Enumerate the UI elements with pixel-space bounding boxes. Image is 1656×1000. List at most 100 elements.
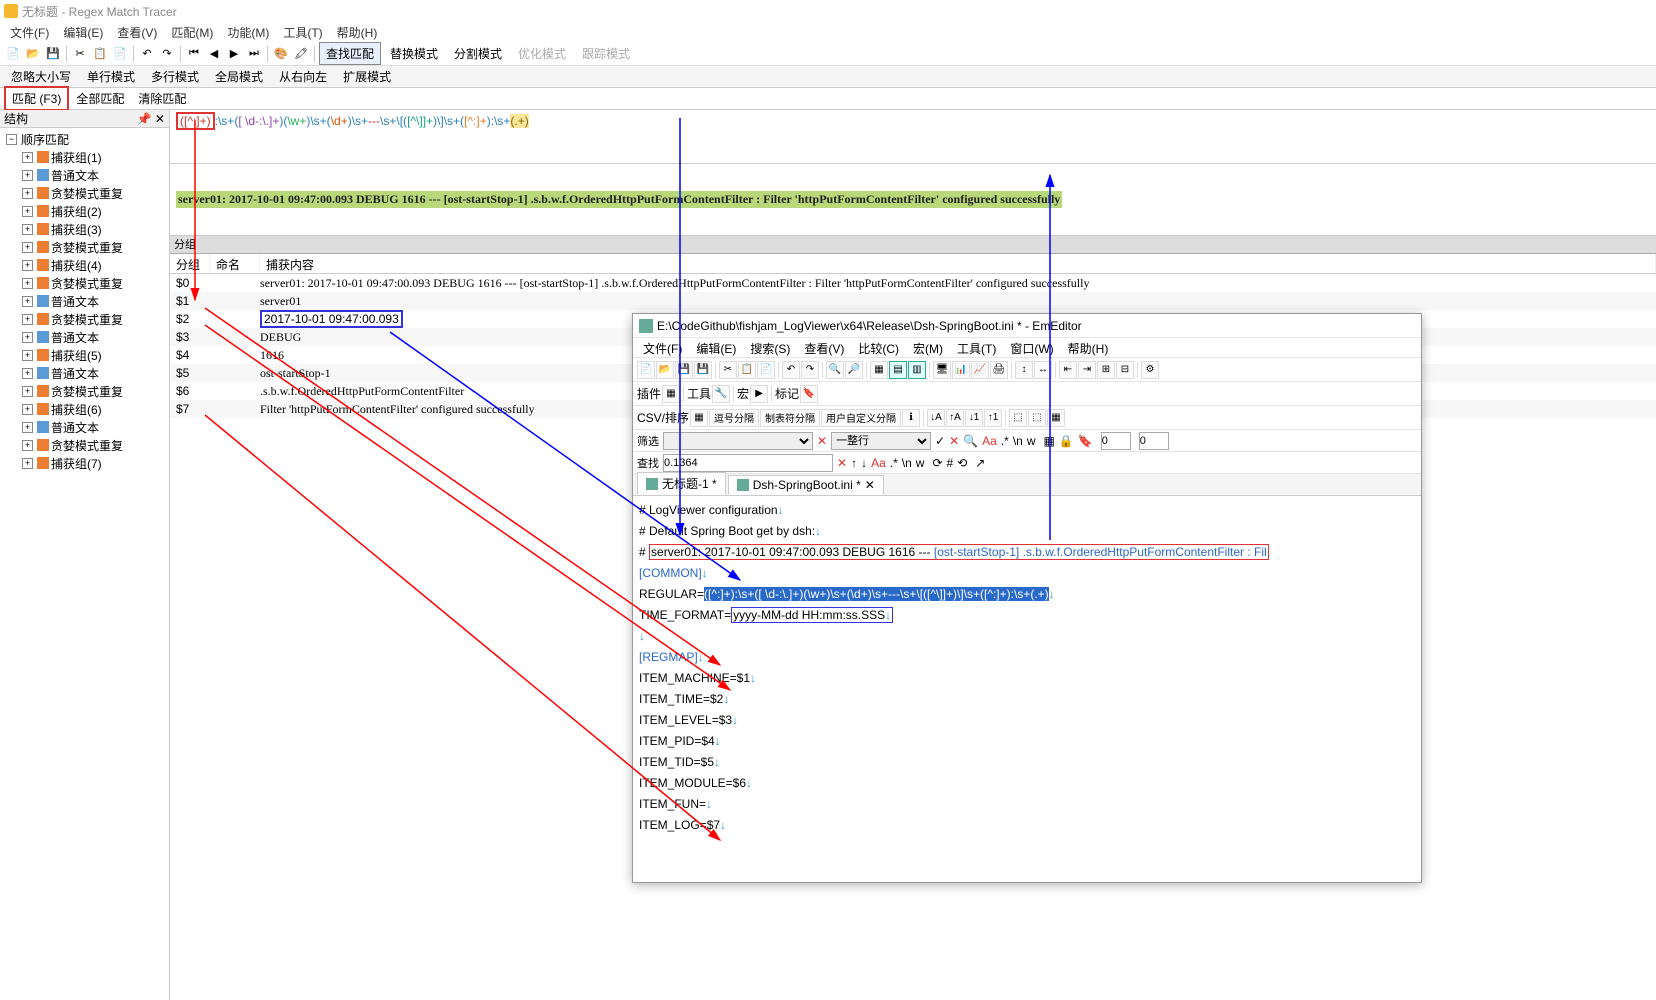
em-menu-window[interactable]: 窗口(W) <box>1004 338 1059 357</box>
tree-item[interactable]: +捕获组(5) <box>2 346 167 364</box>
tree-expand-icon[interactable]: + <box>22 368 33 379</box>
em-icon[interactable]: ⬚ <box>1009 409 1027 427</box>
em-icon[interactable]: 🔍 <box>963 434 978 448</box>
new-icon[interactable]: 📄 <box>4 45 22 63</box>
menu-tools[interactable]: 工具(T) <box>277 22 328 43</box>
em-sort-icon[interactable]: ↑A <box>946 409 964 427</box>
tree-item[interactable]: +贪婪模式重复 <box>2 436 167 454</box>
nav-prev-icon[interactable]: ◀ <box>205 45 223 63</box>
opt-extended[interactable]: 扩展模式 <box>336 65 398 88</box>
tree-item[interactable]: +普通文本 <box>2 418 167 436</box>
open-icon[interactable]: 📂 <box>24 45 42 63</box>
emeditor-titlebar[interactable]: E:\CodeGithub\fishjam_LogViewer\x64\Rele… <box>633 314 1421 338</box>
em-menu-file[interactable]: 文件(F) <box>637 338 688 357</box>
nav-next-icon[interactable]: ▶ <box>225 45 243 63</box>
em-paste-icon[interactable]: 📄 <box>757 361 775 379</box>
tree-expand-icon[interactable]: + <box>22 314 33 325</box>
menu-file[interactable]: 文件(F) <box>4 22 55 43</box>
em-btn-icon[interactable]: 📈 <box>971 361 989 379</box>
em-menu-search[interactable]: 搜索(S) <box>744 338 796 357</box>
nav-last-icon[interactable]: ⏭ <box>245 45 263 63</box>
em-tab-springboot[interactable]: Dsh-SpringBoot.ini *✕ <box>728 475 884 495</box>
opt-multiline[interactable]: 多行模式 <box>144 65 206 88</box>
em-find-icon[interactable]: 🔍 <box>826 361 844 379</box>
em-btn-icon[interactable]: ▥ <box>908 361 926 379</box>
emeditor-window[interactable]: E:\CodeGithub\fishjam_LogViewer\x64\Rele… <box>632 313 1422 883</box>
table-row[interactable]: $1server01 <box>170 292 1656 310</box>
em-replace-icon[interactable]: 🔎 <box>845 361 863 379</box>
em-filter-cancel-icon[interactable]: ✕ <box>949 434 959 448</box>
tree-expand-icon[interactable]: + <box>22 458 33 469</box>
em-menu-compare[interactable]: 比较(C) <box>852 338 905 357</box>
save-icon[interactable]: 💾 <box>44 45 62 63</box>
tree-item[interactable]: +普通文本 <box>2 292 167 310</box>
table-row[interactable]: $0server01: 2017-10-01 09:47:00.093 DEBU… <box>170 274 1656 292</box>
pin-icon[interactable]: 📌 ✕ <box>137 112 165 126</box>
tree-expand-icon[interactable]: + <box>22 386 33 397</box>
menu-help[interactable]: 帮助(H) <box>331 22 384 43</box>
em-macro-icon[interactable]: ▶ <box>750 385 768 403</box>
em-filter-select[interactable] <box>663 432 813 450</box>
em-icon[interactable]: ↗ <box>975 456 985 470</box>
em-find-x-icon[interactable]: ✕ <box>837 456 847 470</box>
em-save-icon[interactable]: 💾 <box>675 361 693 379</box>
tree-item[interactable]: +贪婪模式重复 <box>2 310 167 328</box>
em-icon[interactable]: w <box>1027 434 1036 448</box>
tree-expand-icon[interactable]: + <box>22 278 33 289</box>
mode-optimize[interactable]: 优化模式 <box>511 42 573 65</box>
em-sort-icon[interactable]: ↓A <box>927 409 945 427</box>
em-btn-icon[interactable]: 🖨 <box>990 361 1008 379</box>
tree-item[interactable]: +捕获组(6) <box>2 400 167 418</box>
em-icon[interactable]: w <box>916 456 925 470</box>
em-icon[interactable]: \n <box>1013 434 1023 448</box>
em-icon[interactable]: ▦ <box>1047 409 1065 427</box>
em-tab-untitled[interactable]: 无标题-1 * <box>637 472 726 495</box>
em-icon[interactable]: \n <box>902 456 912 470</box>
tree-expand-icon[interactable]: + <box>22 440 33 451</box>
tree-item[interactable]: +贪婪模式重复 <box>2 238 167 256</box>
redo-icon[interactable]: ↷ <box>158 45 176 63</box>
em-icon[interactable]: ⬚ <box>1028 409 1046 427</box>
tree-expand-icon[interactable]: + <box>22 296 33 307</box>
tree-item[interactable]: +普通文本 <box>2 166 167 184</box>
tree-item[interactable]: +贪婪模式重复 <box>2 184 167 202</box>
em-btn-icon[interactable]: 🖥 <box>933 361 951 379</box>
tree-item[interactable]: +普通文本 <box>2 328 167 346</box>
em-sort-icon[interactable]: ↑1 <box>984 409 1002 427</box>
tree-item[interactable]: +贪婪模式重复 <box>2 274 167 292</box>
match-f3-button[interactable]: 匹配 (F3) <box>4 86 69 111</box>
opt-rtl[interactable]: 从右向左 <box>272 65 334 88</box>
em-btn-icon[interactable]: ⊟ <box>1116 361 1134 379</box>
tree-expand-icon[interactable]: + <box>22 350 33 361</box>
regex-input[interactable]: ([^:]+):\s+([ \d-:\.]+)(\w+)\s+(\d+)\s+-… <box>170 110 1656 164</box>
menu-edit[interactable]: 编辑(E) <box>57 22 109 43</box>
opt-ignorecase[interactable]: 忽略大小写 <box>4 65 78 88</box>
em-icon[interactable]: ⟳ <box>932 456 942 470</box>
em-tool-icon[interactable]: 🔧 <box>712 385 730 403</box>
em-icon[interactable]: # <box>947 456 954 470</box>
opt-singleline[interactable]: 单行模式 <box>80 65 142 88</box>
menu-view[interactable]: 查看(V) <box>111 22 163 43</box>
em-saveall-icon[interactable]: 💾 <box>694 361 712 379</box>
tree-expand-icon[interactable]: + <box>22 152 33 163</box>
copy-icon[interactable]: 📋 <box>91 45 109 63</box>
em-menu-edit[interactable]: 编辑(E) <box>690 338 742 357</box>
tree-item[interactable]: +捕获组(1) <box>2 148 167 166</box>
test-input[interactable]: server01: 2017-10-01 09:47:00.093 DEBUG … <box>170 164 1656 236</box>
em-plugin-icon[interactable]: ▦ <box>662 385 680 403</box>
em-menu-macro[interactable]: 宏(M) <box>907 338 949 357</box>
tree-collapse-icon[interactable]: − <box>6 134 17 145</box>
em-menu-help[interactable]: 帮助(H) <box>1062 338 1115 357</box>
match-all-button[interactable]: 全部匹配 <box>69 87 131 110</box>
nav-first-icon[interactable]: ⏮ <box>185 45 203 63</box>
em-csv-btn3[interactable]: 用户自定义分隔 <box>821 409 901 427</box>
em-copy-icon[interactable]: 📋 <box>738 361 756 379</box>
em-icon[interactable]: ▦ <box>1044 434 1055 448</box>
clear-match-button[interactable]: 清除匹配 <box>131 87 193 110</box>
mode-find[interactable]: 查找匹配 <box>319 42 381 65</box>
em-btn-icon[interactable]: ▤ <box>889 361 907 379</box>
em-menu-tools[interactable]: 工具(T) <box>951 338 1002 357</box>
em-find-prev-icon[interactable]: ↑ <box>851 456 857 470</box>
em-csv-icon[interactable]: ℹ <box>902 409 920 427</box>
mode-split[interactable]: 分割模式 <box>447 42 509 65</box>
